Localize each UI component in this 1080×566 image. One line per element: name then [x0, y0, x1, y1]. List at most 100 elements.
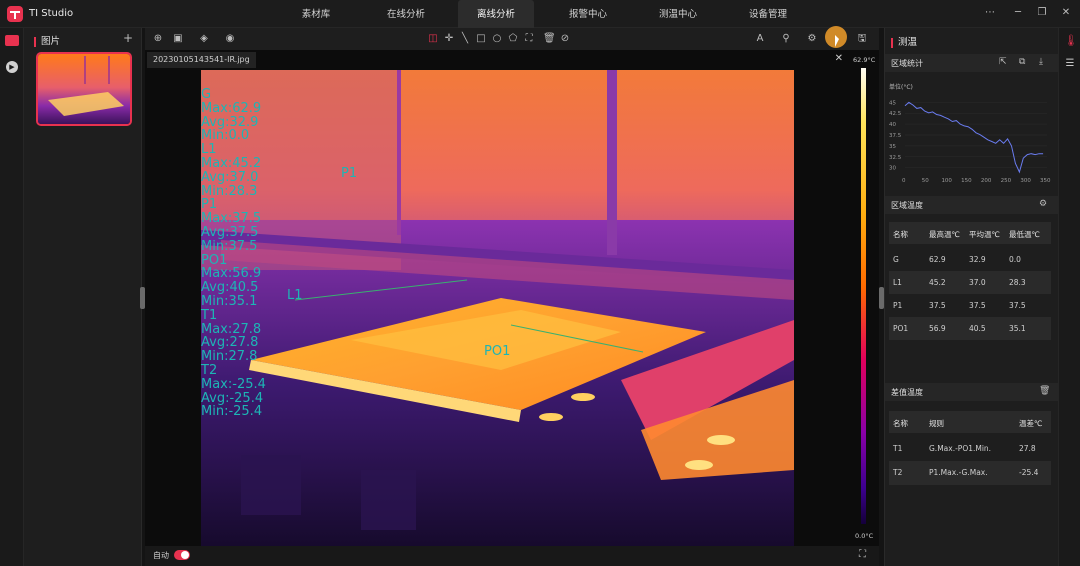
tab-offline-analysis[interactable]: 离线分析	[458, 0, 534, 28]
palette-icon[interactable]: ◉	[221, 32, 239, 46]
app-logo-icon	[7, 6, 23, 22]
overlay-line: Max:45.2	[201, 155, 262, 171]
fit-view-icon[interactable]: ▣	[169, 32, 187, 46]
clear-icon[interactable]: ⊘	[559, 32, 571, 46]
circle-tool-icon[interactable]: ○	[491, 32, 503, 46]
cube-view-icon[interactable]: ◈	[195, 32, 213, 46]
maximize-icon[interactable]: ❐	[1035, 6, 1049, 20]
table-header: 名称 规则 温差℃	[889, 411, 1051, 433]
text-tool-icon[interactable]: A	[751, 32, 769, 46]
marker-p1[interactable]: P1	[341, 166, 357, 181]
point-tool-icon[interactable]: ✛	[443, 32, 455, 46]
table-row[interactable]: T1 G.Max.-PO1.Min. 27.8	[889, 437, 1051, 461]
table-row[interactable]: PO1 56.9 40.5 35.1	[889, 317, 1051, 340]
delete-diff-icon[interactable]: 🗑	[1039, 386, 1050, 396]
overlay-line: Avg:37.0	[201, 169, 259, 185]
table-cell: 35.1	[1009, 324, 1026, 333]
series-line	[904, 101, 1044, 174]
settings-gear-icon[interactable]: ⚙	[1039, 199, 1047, 209]
right-rail: 🌡 ☰	[1058, 28, 1080, 566]
polygon-tool-icon[interactable]: ⬠	[507, 32, 519, 46]
table-cell: G.Max.-PO1.Min.	[929, 444, 992, 453]
table-cell: 45.2	[929, 278, 946, 287]
chart-plot: 4542.54037.53532.5300 50 100 150 200 250 300 35…	[889, 100, 1051, 184]
play-icon[interactable]: ▶	[6, 61, 18, 73]
tab-material-library[interactable]: 素材库	[286, 0, 346, 28]
rectangle-tool-icon[interactable]: □	[475, 32, 487, 46]
overlay-line: Min:37.5	[201, 238, 258, 254]
gallery-nav-icon[interactable]	[5, 35, 19, 46]
column-header: 温差℃	[1019, 419, 1043, 428]
y-tick-label: 35	[889, 144, 896, 150]
tab-alarm-center[interactable]: 报警中心	[558, 0, 618, 28]
x-tick-label: 50	[922, 178, 929, 184]
file-tab[interactable]: 20230105143541-IR.jpg	[147, 52, 256, 68]
column-header: 名称	[893, 419, 908, 428]
select-region-icon[interactable]: ◫	[427, 32, 439, 46]
diff-temp-header: 差值温度 🗑	[885, 383, 1059, 401]
table-cell: 40.5	[969, 324, 986, 333]
save-icon[interactable]: 🖫	[853, 32, 871, 46]
gallery-title: 图片	[34, 33, 60, 47]
overlay-line: Min:-25.4	[201, 404, 263, 420]
auto-bar: 自动 ⛶	[145, 546, 879, 566]
more-icon[interactable]: ⋯	[983, 6, 997, 20]
marker-po1[interactable]: PO1	[484, 344, 510, 359]
y-tick-label: 40	[889, 122, 896, 128]
line-profile-chart: 单位(°C) 45 42.5 40 37.5 35 32.5 30 0 50 100 150 200 2…	[885, 80, 1059, 190]
table-row[interactable]: P1 37.5 37.5 37.5	[889, 294, 1051, 317]
colorbar-max: 62.9°C	[853, 56, 876, 64]
overlay-line: Min:0.0	[201, 128, 250, 144]
download-icon[interactable]: ⤓	[1039, 57, 1043, 67]
fullscreen-icon[interactable]: ⛶	[859, 549, 866, 560]
y-tick-label: 45	[889, 100, 896, 106]
image-thumbnail[interactable]	[36, 52, 132, 126]
delete-icon[interactable]: 🗑	[543, 32, 556, 46]
line-tool-icon[interactable]: ╲	[459, 32, 471, 46]
table-row[interactable]: G 62.9 32.9 0.0	[889, 248, 1051, 271]
tab-device-management[interactable]: 设备管理	[738, 0, 798, 28]
table-cell: 28.3	[1009, 278, 1026, 287]
table-cell: 56.9	[929, 324, 946, 333]
marker-l1[interactable]: L1	[287, 288, 303, 303]
tab-online-analysis[interactable]: 在线分析	[376, 0, 436, 28]
y-tick-label: 42.5	[889, 111, 902, 117]
overlay-line: Avg:37.5	[201, 224, 259, 240]
measure-tool-icon[interactable]: ⚙	[803, 32, 821, 46]
table-row[interactable]: L1 45.2 37.0 28.3	[889, 271, 1051, 294]
export-icon[interactable]: ⇱	[999, 57, 1007, 67]
list-icon[interactable]: ☰	[1064, 58, 1076, 72]
x-tick-label: 0	[902, 178, 906, 184]
add-image-button[interactable]: +	[123, 31, 133, 45]
copy-icon[interactable]: ⧉	[1019, 57, 1025, 67]
close-window-icon[interactable]: ✕	[1059, 6, 1073, 20]
column-header: 最高温℃	[929, 230, 960, 239]
overlay-line: L1	[201, 142, 217, 158]
table-cell: T1	[893, 444, 903, 453]
overlay-line: T2	[201, 362, 218, 378]
image-viewer: 20230105143541-IR.jpg ✕ P1 L1 PO1 G Max:…	[145, 50, 879, 566]
thermal-image[interactable]: P1 L1 PO1	[201, 70, 794, 548]
table-cell: 37.5	[1009, 301, 1026, 310]
marker-tool-icon[interactable]: ⚲	[777, 32, 795, 46]
table-cell: 37.5	[929, 301, 946, 310]
tab-temperature-center[interactable]: 测温中心	[648, 0, 708, 28]
auto-toggle[interactable]	[174, 550, 190, 560]
overlay-line: P1	[201, 197, 218, 213]
table-row[interactable]: T2 P1.Max.-G.Max. -25.4	[889, 461, 1051, 485]
x-tick-label: 300	[1020, 178, 1031, 184]
overlay-line: Max:56.9	[201, 266, 262, 282]
minimize-icon[interactable]: ─	[1011, 6, 1025, 20]
left-rail: ▶	[0, 28, 24, 566]
close-file-icon[interactable]: ✕	[835, 53, 843, 64]
zoom-in-icon[interactable]: ⊕	[151, 32, 165, 46]
overlay-line: Max:62.9	[201, 100, 262, 116]
diff-temp-title: 差值温度	[891, 388, 923, 397]
auto-detect-icon[interactable]: ⛶	[523, 32, 535, 46]
x-tick-label: 150	[961, 178, 972, 184]
thermometer-icon[interactable]: 🌡	[1064, 34, 1078, 48]
title-bar: TI Studio 素材库 在线分析 离线分析 报警中心 测温中心 设备管理 ⋯…	[0, 0, 1080, 28]
overlay-line: Avg:27.8	[201, 335, 259, 351]
table-cell: 37.0	[969, 278, 986, 287]
overlay-line: Avg:40.5	[201, 280, 259, 296]
